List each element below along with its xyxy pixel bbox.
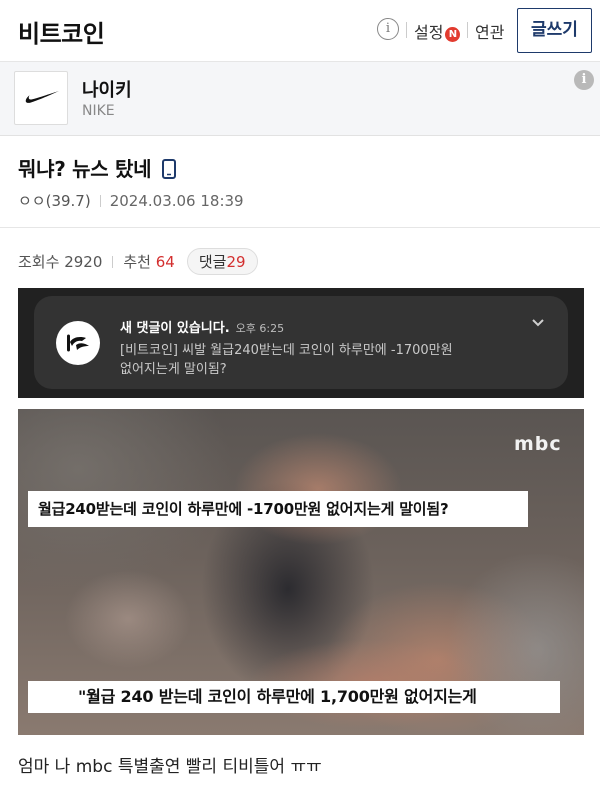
divider — [0, 227, 600, 228]
comments-button[interactable]: 댓글29 — [186, 248, 258, 275]
author-row: ㅇㅇ(39.7) 2024.03.06 18:39 — [18, 190, 244, 211]
views-count: 2920 — [64, 252, 103, 271]
comments-label: 댓글 — [198, 253, 227, 271]
notification-time: 오후 6:25 — [235, 322, 285, 335]
views-label: 조회수 — [18, 253, 60, 271]
gallery-bar: 나이키 NIKE i — [0, 62, 600, 136]
divider — [99, 195, 101, 207]
author-name[interactable]: ㅇㅇ(39.7) — [18, 192, 91, 210]
info-icon[interactable]: i — [574, 70, 594, 90]
app-avatar — [56, 321, 100, 365]
post-title: 뭐냐? 뉴스 탔네 — [18, 153, 176, 182]
divider — [406, 22, 407, 38]
gallery-name[interactable]: 나이키 — [82, 76, 132, 102]
comments-count: 29 — [226, 253, 246, 271]
write-button[interactable]: 글쓰기 — [517, 8, 592, 53]
info-circle-icon[interactable]: i — [377, 18, 399, 40]
app-logo-icon — [67, 334, 89, 352]
gallery-subtitle: NIKE — [82, 103, 115, 119]
post-stats: 조회수 2920 추천 64 댓글29 — [18, 248, 258, 275]
settings-label: 설정 — [414, 23, 444, 42]
top-bar: 비트코인 i 설정 N 연관 글쓰기 — [0, 0, 600, 62]
notification-screenshot: 새 댓글이 있습니다. 오후 6:25 [비트코인] 씨발 월급240받는데 코인… — [18, 288, 584, 398]
notification-title: 새 댓글이 있습니다. 오후 6:25 — [120, 317, 284, 336]
gallery-logo[interactable] — [14, 71, 68, 125]
board-title[interactable]: 비트코인 — [18, 14, 105, 49]
post-date: 2024.03.06 18:39 — [109, 192, 244, 210]
divider — [112, 255, 114, 268]
news-caption: "월급 240 받는데 코인이 하루만에 1,700만원 없어지는게 — [28, 681, 560, 713]
related-button[interactable]: 연관 — [475, 19, 504, 43]
settings-button[interactable]: 설정 N — [414, 19, 461, 43]
recommend-label: 추천 — [123, 253, 151, 271]
nike-swoosh-icon — [25, 91, 59, 103]
post-body: 엄마 나 mbc 특별출연 빨리 티비틀어 ㅠㅠ — [18, 757, 322, 777]
notification-text: [비트코인] 씨발 월급240받는데 코인이 하루만에 -1700만원 — [120, 343, 453, 358]
news-caption: 월급240받는데 코인이 하루만에 -1700만원 없어지는게 말이됨? — [28, 491, 528, 527]
chevron-down-icon — [532, 319, 544, 327]
new-badge: N — [445, 27, 461, 42]
notification-text: 없어지는게 말이됨? — [120, 362, 227, 377]
notification-card: 새 댓글이 있습니다. 오후 6:25 [비트코인] 씨발 월급240받는데 코인… — [34, 296, 568, 389]
post-title-text: 뭐냐? 뉴스 탔네 — [18, 157, 152, 181]
mbc-logo: mbc — [514, 433, 562, 455]
divider — [467, 22, 468, 38]
mobile-phone-icon — [161, 159, 176, 179]
news-video-frame: mbc 월급240받는데 코인이 하루만에 -1700만원 없어지는게 말이됨?… — [18, 409, 584, 735]
recommend-count: 64 — [155, 252, 175, 271]
notification-title-text: 새 댓글이 있습니다. — [120, 321, 230, 336]
